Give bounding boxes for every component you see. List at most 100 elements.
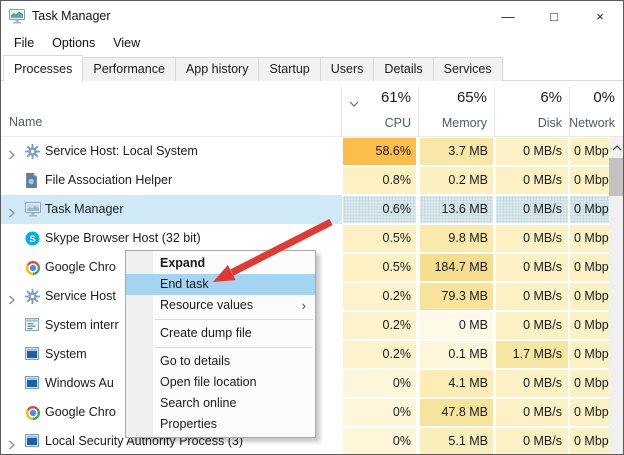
tabstrip: ProcessesPerformanceApp historyStartupUs… — [1, 54, 623, 81]
close-button[interactable]: × — [577, 1, 623, 31]
cell-cpu: 58.6% — [343, 138, 416, 165]
cell-cpu: 0.2% — [343, 341, 416, 368]
column-name-label[interactable]: Name — [9, 115, 42, 129]
context-menu-item-open-file-location[interactable]: Open file location — [126, 372, 315, 393]
window-controls: — □ × — [485, 1, 623, 31]
scroll-up-button[interactable] — [609, 137, 624, 157]
cell-cpu: 0.2% — [343, 312, 416, 339]
tab-processes[interactable]: Processes — [3, 55, 83, 82]
process-name: Google Chro — [45, 253, 116, 282]
system-window-icon — [25, 434, 41, 450]
column-cpu-label: CPU — [385, 116, 411, 130]
maximize-icon: □ — [550, 9, 558, 24]
cell-cpu: 0.5% — [343, 225, 416, 252]
scrollbar-thumb[interactable] — [609, 158, 624, 196]
cell-memory: 0.2 MB — [420, 167, 493, 194]
cell-memory: 0 MB — [420, 312, 493, 339]
cell-memory: 79.3 MB — [420, 283, 493, 310]
menu-options[interactable]: Options — [43, 33, 104, 53]
cell-disk: 0 MB/s — [496, 167, 568, 194]
cell-disk: 0 MB/s — [496, 399, 568, 426]
task-manager-app-icon — [9, 8, 25, 24]
tab-services[interactable]: Services — [433, 57, 503, 81]
cell-disk: 0 MB/s — [496, 196, 568, 223]
process-name: Windows Au — [45, 369, 114, 398]
cell-memory: 13.6 MB — [420, 196, 493, 223]
process-name: Service Host: Local System — [45, 137, 198, 166]
process-row-file-association-helper[interactable]: File Association Helper 0.8%0.2 MB0 MB/s… — [1, 166, 623, 195]
column-header-disk[interactable]: 6% Disk — [495, 81, 568, 137]
process-name: Service Host — [45, 282, 116, 311]
maximize-button[interactable]: □ — [531, 1, 577, 31]
process-name-cell: Service Host: Local System — [1, 137, 342, 166]
process-row-service-host-local-system[interactable]: Service Host: Local System 58.6%3.7 MB0 … — [1, 137, 623, 166]
tab-details[interactable]: Details — [373, 57, 433, 81]
column-network-label: Network — [569, 116, 615, 130]
cell-cpu: 0.2% — [343, 283, 416, 310]
context-menu-item-go-to-details[interactable]: Go to details — [126, 351, 315, 372]
tab-users[interactable]: Users — [320, 57, 375, 81]
cell-cpu: 0% — [343, 399, 416, 426]
column-memory-label: Memory — [442, 116, 487, 130]
cell-cpu: 0% — [343, 370, 416, 397]
cell-cpu: 0.8% — [343, 167, 416, 194]
context-menu-item-properties[interactable]: Properties — [126, 414, 315, 435]
cell-memory: 47.8 MB — [420, 399, 493, 426]
system-window-icon — [25, 376, 41, 392]
process-row-task-manager[interactable]: Task Manager 0.6%13.6 MB0 MB/s0 Mbps — [1, 195, 623, 224]
context-menu-item-resource-values[interactable]: Resource values› — [126, 295, 315, 316]
titlebar: Task Manager —□× — [1, 1, 623, 31]
cell-disk: 0 MB/s — [496, 283, 568, 310]
vertical-scrollbar[interactable] — [609, 137, 624, 455]
column-header-cpu[interactable]: 61% CPU — [342, 81, 417, 137]
expand-chevron-icon[interactable] — [8, 205, 16, 223]
cell-memory: 4.1 MB — [420, 370, 493, 397]
expand-chevron-icon[interactable] — [8, 292, 16, 310]
process-name: System interr — [45, 311, 119, 340]
process-name-cell: File Association Helper — [1, 166, 342, 195]
context-menu-item-end-task[interactable]: End task — [126, 274, 315, 295]
context-menu-item-search-online[interactable]: Search online — [126, 393, 315, 414]
cell-memory: 184.7 MB — [420, 254, 493, 281]
column-disk-label: Disk — [538, 116, 562, 130]
close-icon: × — [596, 9, 604, 24]
cell-disk: 0 MB/s — [496, 428, 568, 455]
column-disk-utilization: 6% — [540, 89, 562, 106]
menu-separator — [155, 319, 313, 320]
cell-disk: 1.7 MB/s — [496, 341, 568, 368]
submenu-arrow-icon: › — [302, 295, 306, 316]
process-name-cell: Task Manager — [1, 195, 342, 224]
chevron-up-icon — [612, 138, 622, 156]
column-cpu-utilization: 61% — [381, 89, 411, 106]
task-manager-icon — [25, 202, 41, 218]
context-menu-item-create-dump-file[interactable]: Create dump file — [126, 323, 315, 344]
context-menu-item-expand[interactable]: Expand — [126, 253, 315, 274]
process-name: Google Chro — [45, 398, 116, 427]
minimize-button[interactable]: — — [485, 1, 531, 31]
expand-chevron-icon[interactable] — [8, 437, 16, 455]
services-gear-icon — [25, 144, 41, 160]
system-window-icon — [25, 347, 41, 363]
tab-startup[interactable]: Startup — [258, 57, 320, 81]
tab-app-history[interactable]: App history — [175, 57, 260, 81]
column-header-network[interactable]: 0% Network — [570, 81, 624, 137]
services-gear-icon — [25, 289, 41, 305]
cell-cpu: 0.6% — [343, 196, 416, 223]
tab-performance[interactable]: Performance — [82, 57, 176, 81]
menu-view[interactable]: View — [104, 33, 149, 53]
chrome-icon — [25, 260, 41, 276]
cell-disk: 0 MB/s — [496, 138, 568, 165]
cell-cpu: 0.5% — [343, 254, 416, 281]
process-row-skype-browser-host-32-bit[interactable]: S Skype Browser Host (32 bit) 0.5%9.8 MB… — [1, 224, 623, 253]
column-header-memory[interactable]: 65% Memory — [419, 81, 493, 137]
cell-disk: 0 MB/s — [496, 312, 568, 339]
cell-memory: 5.1 MB — [420, 428, 493, 455]
expand-chevron-icon[interactable] — [8, 147, 16, 165]
document-icon — [25, 173, 41, 189]
cell-disk: 0 MB/s — [496, 225, 568, 252]
column-network-utilization: 0% — [593, 89, 615, 106]
cell-disk: 0 MB/s — [496, 254, 568, 281]
chrome-icon — [25, 405, 41, 421]
cell-disk: 0 MB/s — [496, 370, 568, 397]
menu-file[interactable]: File — [5, 33, 43, 53]
